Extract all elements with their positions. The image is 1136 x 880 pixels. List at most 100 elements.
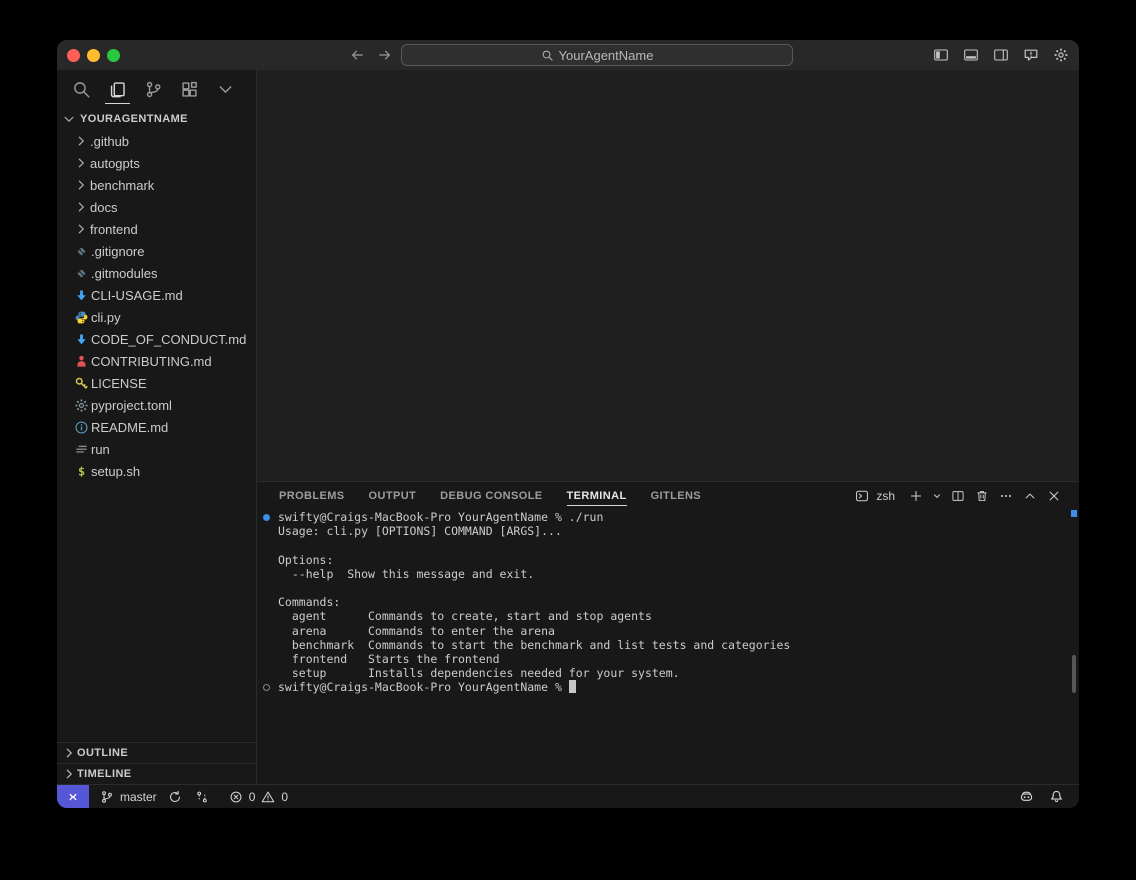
sync-icon xyxy=(166,788,184,806)
terminal-overview-mark xyxy=(1071,510,1077,517)
terminal-scrollbar[interactable] xyxy=(1072,655,1076,693)
tree-folder-github[interactable]: .github xyxy=(57,130,256,152)
tree-file-cli-usage[interactable]: CLI-USAGE.md xyxy=(57,284,256,306)
tab-debug-console[interactable]: DEBUG CONSOLE xyxy=(440,482,542,510)
launch-profile-chevron-icon[interactable] xyxy=(931,487,943,505)
tree-file-pyproject[interactable]: pyproject.toml xyxy=(57,394,256,416)
dollar-icon: $ xyxy=(73,463,89,479)
file-label: run xyxy=(91,442,110,457)
extensions-view-icon[interactable] xyxy=(179,74,200,104)
markdown-icon xyxy=(73,331,89,347)
tab-problems[interactable]: PROBLEMS xyxy=(279,482,345,510)
explorer-view-icon[interactable] xyxy=(107,74,128,104)
warning-icon xyxy=(259,788,277,806)
file-label: setup.sh xyxy=(91,464,140,479)
copilot-icon[interactable] xyxy=(1017,788,1035,806)
terminal-line: agent Commands to create, start and stop… xyxy=(257,609,1067,623)
chevron-right-icon xyxy=(73,155,89,171)
file-label: LICENSE xyxy=(91,376,147,391)
folder-label: autogpts xyxy=(90,156,140,171)
search-icon xyxy=(541,49,554,62)
error-icon xyxy=(227,788,245,806)
chevron-right-icon xyxy=(73,199,89,215)
python-icon xyxy=(73,309,89,325)
tree-file-gitmodules[interactable]: .gitmodules xyxy=(57,262,256,284)
info-icon xyxy=(73,419,89,435)
problems-errors[interactable]: 0 xyxy=(227,786,256,808)
markdown-icon xyxy=(73,287,89,303)
command-center-search[interactable]: YourAgentName xyxy=(401,44,793,66)
tab-gitlens[interactable]: GITLENS xyxy=(651,482,701,510)
git-branch-status[interactable]: master xyxy=(98,786,157,808)
feedback-icon[interactable] xyxy=(1021,45,1041,65)
shell-session[interactable]: zsh xyxy=(853,487,895,505)
tree-file-license[interactable]: LICENSE xyxy=(57,372,256,394)
traffic-lights xyxy=(57,49,120,62)
close-panel-icon[interactable] xyxy=(1045,487,1063,505)
svg-text:$: $ xyxy=(77,464,84,478)
file-label: CODE_OF_CONDUCT.md xyxy=(91,332,246,347)
source-control-view-icon[interactable] xyxy=(143,74,164,104)
zoom-window-button[interactable] xyxy=(107,49,120,62)
remote-indicator[interactable] xyxy=(57,785,89,809)
terminal-line: benchmark Commands to start the benchmar… xyxy=(257,638,1067,652)
new-terminal-icon[interactable] xyxy=(907,487,925,505)
toggle-secondary-sidebar-icon[interactable] xyxy=(991,45,1011,65)
sync-changes-button[interactable] xyxy=(166,786,184,808)
forward-icon[interactable] xyxy=(376,46,394,64)
vscode-window: YourAgentName YOURAGENTNAME xyxy=(57,40,1079,808)
tree-file-contributing[interactable]: CONTRIBUTING.md xyxy=(57,350,256,372)
tree-file-code-of-conduct[interactable]: CODE_OF_CONDUCT.md xyxy=(57,328,256,350)
outline-section-header[interactable]: OUTLINE xyxy=(57,742,256,763)
tree-folder-benchmark[interactable]: benchmark xyxy=(57,174,256,196)
settings-gear-icon[interactable] xyxy=(1051,45,1071,65)
notifications-bell-icon[interactable] xyxy=(1047,788,1065,806)
terminal-line xyxy=(257,581,1067,595)
split-terminal-icon[interactable] xyxy=(949,487,967,505)
folder-label: .github xyxy=(90,134,129,149)
tab-terminal[interactable]: TERMINAL xyxy=(567,482,627,510)
list-icon xyxy=(73,441,89,457)
chevron-right-icon xyxy=(61,766,77,782)
tab-output[interactable]: OUTPUT xyxy=(369,482,417,510)
kill-terminal-icon[interactable] xyxy=(973,487,991,505)
timeline-section-header[interactable]: TIMELINE xyxy=(57,763,256,784)
close-window-button[interactable] xyxy=(67,49,80,62)
terminal-toolbar: zsh xyxy=(853,482,1063,510)
section-label: OUTLINE xyxy=(77,747,128,759)
tree-file-gitignore[interactable]: .gitignore xyxy=(57,240,256,262)
tree-file-readme[interactable]: README.md xyxy=(57,416,256,438)
toggle-panel-icon[interactable] xyxy=(961,45,981,65)
more-views-chevron-icon[interactable] xyxy=(215,74,236,104)
warning-count: 0 xyxy=(281,790,288,804)
maximize-panel-icon[interactable] xyxy=(1021,487,1039,505)
branch-icon xyxy=(98,788,116,806)
toggle-primary-sidebar-icon[interactable] xyxy=(931,45,951,65)
back-icon[interactable] xyxy=(348,46,366,64)
search-view-icon[interactable] xyxy=(71,74,92,104)
tree-file-run[interactable]: run xyxy=(57,438,256,460)
command-pending-decoration[interactable] xyxy=(263,684,270,691)
file-label: .gitmodules xyxy=(91,266,157,281)
main-area: YOURAGENTNAME .github autogpts benchmark… xyxy=(57,70,1079,784)
tree-folder-frontend[interactable]: frontend xyxy=(57,218,256,240)
git-compare-button[interactable] xyxy=(193,786,211,808)
git-icon xyxy=(73,265,89,281)
problems-warnings[interactable]: 0 xyxy=(259,786,288,808)
explorer-root[interactable]: YOURAGENTNAME xyxy=(57,108,256,130)
terminal-output[interactable]: swifty@Craigs-MacBook-Pro YourAgentName … xyxy=(257,510,1067,784)
tree-file-cli-py[interactable]: cli.py xyxy=(57,306,256,328)
tree-folder-docs[interactable]: docs xyxy=(57,196,256,218)
terminal-line: setup Installs dependencies needed for y… xyxy=(257,666,1067,680)
command-success-decoration[interactable] xyxy=(263,514,270,521)
tree-folder-autogpts[interactable]: autogpts xyxy=(57,152,256,174)
chevron-down-icon xyxy=(61,111,77,127)
contributing-icon xyxy=(73,353,89,369)
file-label: cli.py xyxy=(91,310,121,325)
minimize-window-button[interactable] xyxy=(87,49,100,62)
folder-label: docs xyxy=(90,200,117,215)
more-actions-icon[interactable] xyxy=(997,487,1015,505)
branch-name: master xyxy=(120,790,157,804)
chevron-right-icon xyxy=(73,133,89,149)
tree-file-setup-sh[interactable]: $ setup.sh xyxy=(57,460,256,482)
